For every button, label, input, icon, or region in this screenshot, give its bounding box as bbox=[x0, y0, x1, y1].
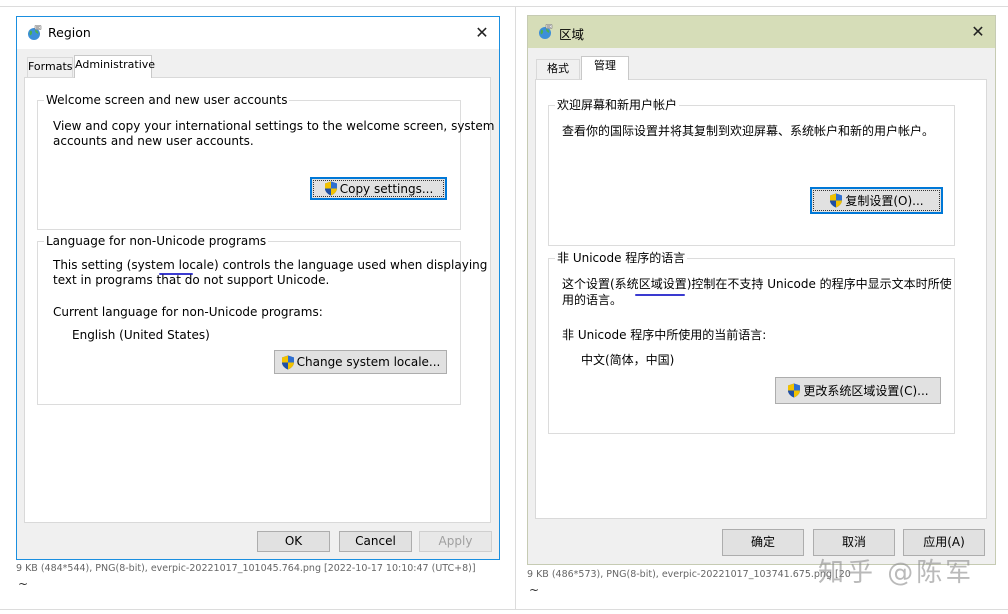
current-language-label: Current language for non-Unicode program… bbox=[53, 305, 323, 319]
text-segment: )控制在不支持 Unicode 的程序中显示文本时所使 bbox=[686, 277, 952, 291]
watermark: 知乎 @陈军 bbox=[818, 558, 975, 588]
cancel-button[interactable]: Cancel bbox=[339, 531, 412, 552]
welcome-screen-group: 欢迎屏幕和新用户帐户 查看你的国际设置并将其复制到欢迎屏幕、系统帐户和新的用户帐… bbox=[548, 98, 955, 246]
current-language-label: 非 Unicode 程序中所使用的当前语言: bbox=[562, 328, 767, 342]
welcome-screen-group: Welcome screen and new user accounts Vie… bbox=[37, 93, 494, 230]
uac-shield-icon bbox=[829, 193, 843, 208]
non-unicode-group: Language for non-Unicode programs This s… bbox=[37, 234, 487, 405]
tab-administrative[interactable]: Administrative bbox=[74, 55, 155, 78]
copy-settings-button[interactable]: 复制设置(O)... bbox=[810, 187, 943, 214]
locale-underline-mark bbox=[635, 294, 685, 296]
group-title: Language for non-Unicode programs bbox=[44, 234, 269, 249]
ok-button[interactable]: OK bbox=[257, 531, 330, 552]
locale-term: locale bbox=[178, 258, 214, 272]
administrative-panel: Welcome screen and new user accounts Vie… bbox=[24, 77, 494, 523]
current-language-value: 中文(简体，中国) bbox=[581, 353, 675, 367]
button-label: 更改系统区域设置(C)... bbox=[803, 384, 929, 398]
locale-term: 区域设置 bbox=[638, 277, 687, 291]
region-globe-icon bbox=[26, 25, 42, 41]
text-segment: 这个设置(系统 bbox=[562, 277, 639, 291]
center-divider bbox=[515, 6, 516, 610]
welcome-description-line2: accounts and new user accounts. bbox=[53, 134, 254, 148]
administrative-panel: 欢迎屏幕和新用户帐户 查看你的国际设置并将其复制到欢迎屏幕、系统帐户和新的用户帐… bbox=[535, 79, 987, 519]
uac-shield-icon bbox=[281, 355, 295, 370]
non-unicode-description-line2: text in programs that do not support Uni… bbox=[53, 273, 330, 287]
title-bar[interactable]: 区域 ✕ bbox=[528, 16, 995, 48]
button-label: 复制设置(O)... bbox=[845, 194, 924, 208]
group-title: 欢迎屏幕和新用户帐户 bbox=[555, 98, 680, 113]
window-title: 区域 bbox=[559, 27, 585, 42]
ok-button[interactable]: 确定 bbox=[722, 529, 804, 556]
region-dialog-zh: 区域 ✕ 格式 管理 欢迎屏幕和新用户帐户 查看你的国际设置并将其复制到欢迎屏幕… bbox=[527, 15, 996, 565]
apply-button[interactable]: Apply bbox=[419, 531, 492, 552]
change-system-locale-button[interactable]: Change system locale... bbox=[274, 350, 447, 374]
bottom-border bbox=[0, 609, 1008, 610]
text-segment: ) controls the language used when displa… bbox=[213, 258, 488, 272]
uac-shield-icon bbox=[787, 383, 801, 398]
text-segment: This setting (system bbox=[53, 258, 179, 272]
close-button[interactable]: ✕ bbox=[465, 17, 499, 49]
group-title: Welcome screen and new user accounts bbox=[44, 93, 290, 108]
welcome-description-line1: 查看你的国际设置并将其复制到欢迎屏幕、系统帐户和新的用户帐户。 bbox=[562, 124, 935, 138]
right-file-caption: 9 KB (486*573), PNG(8-bit), everpic-2022… bbox=[527, 569, 851, 580]
current-language-value: English (United States) bbox=[72, 328, 210, 342]
non-unicode-group: 非 Unicode 程序的语言 这个设置(系统区域设置)控制在不支持 Unico… bbox=[548, 251, 955, 434]
window-title: Region bbox=[48, 25, 91, 40]
title-bar[interactable]: Region ✕ bbox=[17, 17, 499, 49]
group-title: 非 Unicode 程序的语言 bbox=[555, 251, 688, 266]
tab-administrative[interactable]: 管理 bbox=[581, 56, 629, 80]
left-file-caption: 9 KB (484*544), PNG(8-bit), everpic-2022… bbox=[16, 563, 476, 574]
right-tilde: ~ bbox=[529, 583, 540, 597]
uac-shield-icon bbox=[324, 181, 338, 196]
close-button[interactable]: ✕ bbox=[961, 16, 995, 48]
non-unicode-description-line1: 这个设置(系统区域设置)控制在不支持 Unicode 的程序中显示文本时所使 bbox=[562, 277, 952, 292]
change-system-locale-button[interactable]: 更改系统区域设置(C)... bbox=[775, 377, 941, 404]
non-unicode-description-line1: This setting (system locale) controls th… bbox=[53, 258, 487, 273]
copy-settings-button[interactable]: Copy settings... bbox=[310, 177, 447, 200]
button-label: Copy settings... bbox=[339, 181, 434, 196]
welcome-description-line1: View and copy your international setting… bbox=[53, 119, 495, 133]
left-tilde: ~ bbox=[18, 577, 29, 591]
tab-formats[interactable]: 格式 bbox=[536, 59, 580, 79]
button-label: Change system locale... bbox=[296, 355, 441, 369]
region-globe-icon bbox=[537, 24, 553, 40]
region-dialog-en: Region ✕ Formats Administrative Welcome … bbox=[16, 16, 500, 560]
top-border bbox=[0, 6, 1008, 7]
tab-formats[interactable]: Formats bbox=[27, 57, 73, 77]
non-unicode-description-line2: 用的语言。 bbox=[562, 293, 623, 307]
